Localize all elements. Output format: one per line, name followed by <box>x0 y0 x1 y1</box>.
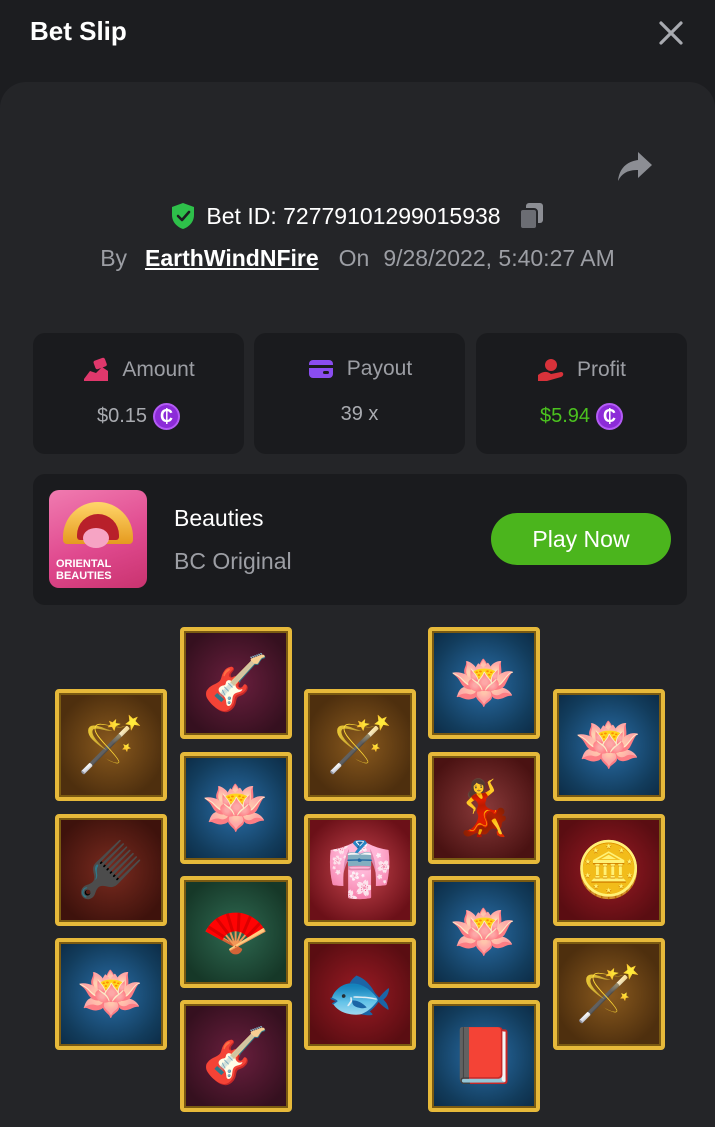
profit-card: Profit $5.94 ₵ <box>476 333 687 454</box>
reel-symbol-jade-fan-mirror: 🪭 <box>180 876 292 988</box>
profit-label: Profit <box>576 358 626 381</box>
reel-symbol-beauty-lady-bare: 💃 <box>428 752 540 864</box>
reel-symbol-ruyi-scepter: 🪄 <box>55 689 167 801</box>
blue-lotus-icon: 🪷 <box>202 778 270 838</box>
username-link[interactable]: EarthWindNFire <box>145 245 319 272</box>
game-card: ORIENTAL BEAUTIES Beauties BC Original P… <box>33 474 687 605</box>
pipa-lute-icon: 🎸 <box>202 653 270 713</box>
copy-icon[interactable] <box>517 201 545 231</box>
reel-symbol-blue-lotus: 🪷 <box>428 876 540 988</box>
bet-id-row: Bet ID: 72779101299015938 <box>0 198 715 234</box>
on-label: On <box>338 244 370 271</box>
reel-symbol-ruyi-scepter: 🪄 <box>553 938 665 1050</box>
reel-symbol-pipa-lute: 🎸 <box>180 1000 292 1112</box>
flower-art <box>83 528 109 548</box>
red-book-icon: 📕 <box>450 1026 518 1086</box>
by-label: By <box>100 244 128 271</box>
amount-label: Amount <box>122 358 195 381</box>
pipa-lute-icon: 🎸 <box>202 1026 270 1086</box>
reel-symbol-gold-ingots: 🪙 <box>553 814 665 926</box>
bet-datetime: 9/28/2022, 5:40:27 AM <box>383 244 615 271</box>
golden-comb-icon: 🪮 <box>77 840 145 900</box>
bet-id-text: Bet ID: 72779101299015938 <box>206 202 501 229</box>
blue-lotus-icon: 🪷 <box>77 964 145 1024</box>
coin-icon: ₵ <box>153 403 181 430</box>
payout-card: Payout 39 x <box>254 333 465 454</box>
coin-icon: ₵ <box>596 403 624 430</box>
thumb-title-line1: ORIENTAL <box>56 558 112 570</box>
beauty-lady-icon: 💃 <box>450 778 518 838</box>
payout-value: 39 x <box>340 403 379 425</box>
thumb-title-line2: BEAUTIES <box>56 570 112 582</box>
reel-symbol-red-book: 📕 <box>428 1000 540 1112</box>
profit-hand-icon <box>537 359 564 381</box>
blue-lotus-icon: 🪷 <box>450 902 518 962</box>
share-icon[interactable] <box>616 150 654 184</box>
payout-label: Payout <box>346 357 413 380</box>
page-title: Bet Slip <box>30 16 127 46</box>
bet-slip-header: Bet Slip <box>0 0 715 80</box>
reel-symbol-golden-comb: 🪮 <box>55 814 167 926</box>
amount-value: $0.15 <box>96 405 148 427</box>
reel-symbol-blue-lotus: 🪷 <box>55 938 167 1050</box>
blue-lotus-icon: 🪷 <box>575 715 643 775</box>
amount-card: Amount $0.15 ₵ <box>33 333 244 454</box>
jade-fan-mirror-icon: 🪭 <box>202 902 270 962</box>
game-name: Beauties <box>174 505 264 531</box>
ruyi-scepter-icon: 🪄 <box>575 964 643 1024</box>
reel-symbol-blue-lotus: 🪷 <box>553 689 665 801</box>
game-thumbnail[interactable]: ORIENTAL BEAUTIES <box>49 490 147 588</box>
koi-fish-icon: 🐟 <box>326 964 394 1024</box>
reel-symbol-beauty-lady-red: 👘 <box>304 814 416 926</box>
reel-symbol-blue-lotus: 🪷 <box>428 627 540 739</box>
reel-symbol-pipa-lute: 🎸 <box>180 627 292 739</box>
game-provider: BC Original <box>174 548 292 574</box>
beauty-lady-icon: 👘 <box>326 840 394 900</box>
close-icon[interactable] <box>656 18 686 48</box>
shield-check-icon <box>172 203 195 229</box>
play-now-button[interactable]: Play Now <box>491 513 671 565</box>
gold-ingots-icon: 🪙 <box>575 840 643 900</box>
bet-hand-icon <box>84 357 109 381</box>
reel-symbol-koi-fish-scroll: 🐟 <box>304 938 416 1050</box>
ruyi-scepter-icon: 🪄 <box>326 715 394 775</box>
profit-value: $5.94 <box>539 405 591 427</box>
reel-symbol-blue-lotus: 🪷 <box>180 752 292 864</box>
bet-stats: Amount $0.15 ₵ Payout 39 x Profit $5.94 … <box>33 333 687 454</box>
ruyi-scepter-icon: 🪄 <box>77 715 145 775</box>
wallet-icon <box>308 360 333 378</box>
bet-author-row: By EarthWindNFire On 9/28/2022, 5:40:27 … <box>0 240 715 276</box>
blue-lotus-icon: 🪷 <box>450 653 518 713</box>
reel-symbol-ruyi-scepter: 🪄 <box>304 689 416 801</box>
